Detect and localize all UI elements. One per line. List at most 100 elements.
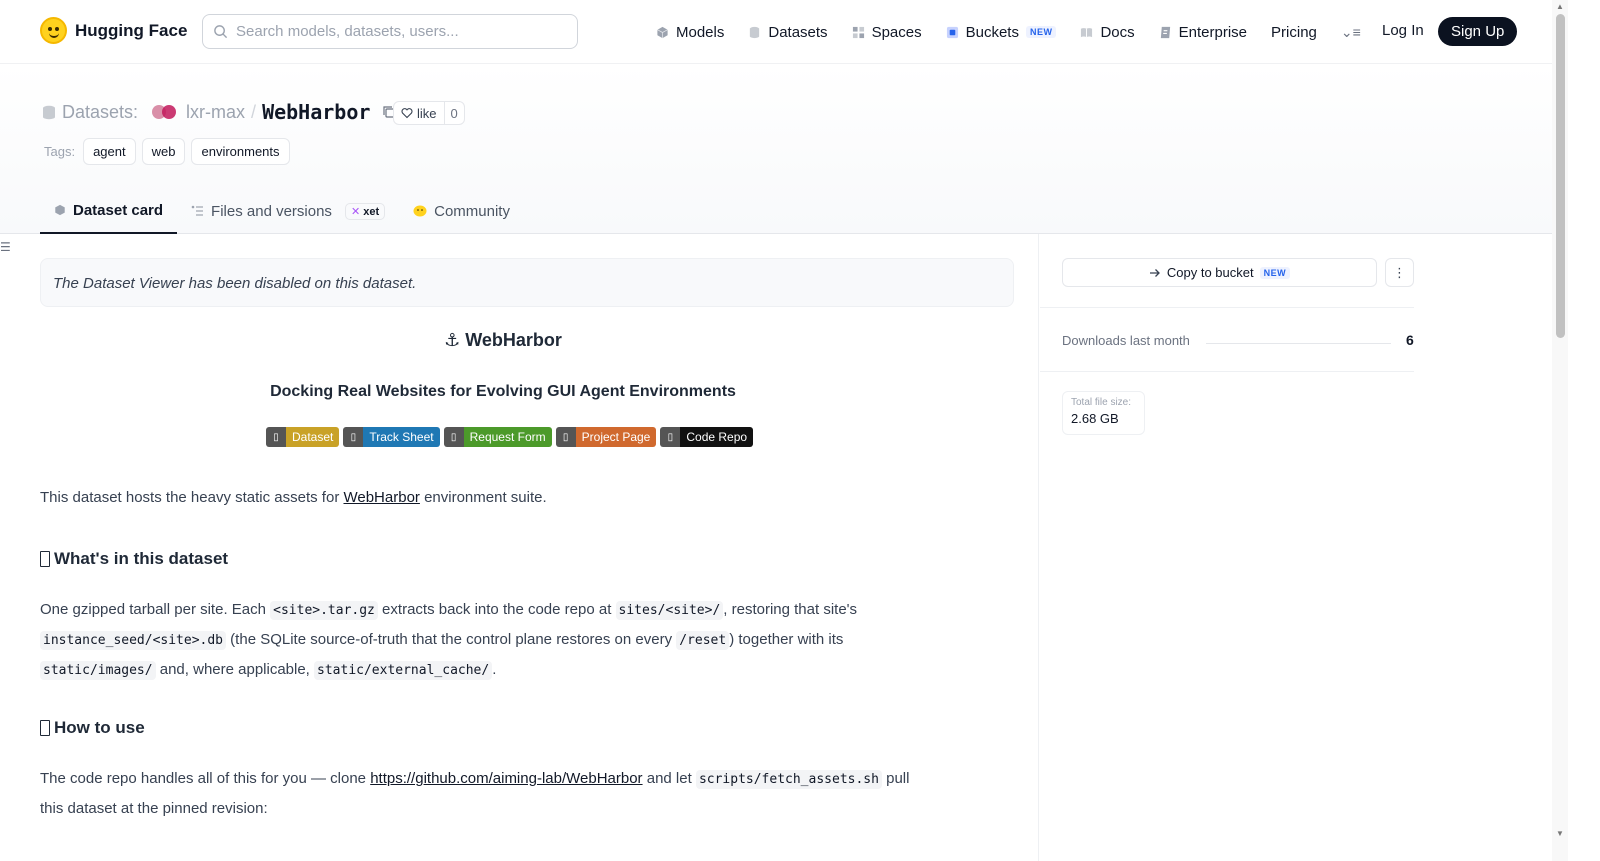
divider <box>1040 371 1414 372</box>
nav-models-label: Models <box>676 23 725 41</box>
heart-icon <box>401 108 413 119</box>
tab-community[interactable]: Community <box>399 188 524 234</box>
like-button[interactable]: like 0 <box>393 101 465 125</box>
inline-code: sites/<site>/ <box>615 601 724 620</box>
text: extracts back into the code repo at <box>377 601 616 618</box>
nav-enterprise[interactable]: Enterprise <box>1159 24 1247 41</box>
github-repo-link[interactable]: https://github.com/aiming-lab/WebHarbor <box>370 770 642 787</box>
copy-to-bucket-button[interactable]: Copy to bucket NEW <box>1062 258 1377 287</box>
file-size-value: 2.68 GB <box>1071 411 1119 426</box>
intro-text: This dataset hosts the heavy static asse… <box>40 489 344 506</box>
tags-label: Tags: <box>44 144 76 159</box>
search-icon <box>214 25 228 39</box>
scrollbar-thumb[interactable] <box>1556 14 1565 338</box>
file-size-card: Total file size: 2.68 GB <box>1062 391 1145 435</box>
badge-track-sheet[interactable]: ▯ Track Sheet <box>343 427 440 447</box>
badge-code-repo[interactable]: ▯ Code Repo <box>660 427 754 447</box>
section2-line-2: this dataset at the pinned revision: <box>40 800 268 817</box>
repo-name-link[interactable]: WebHarbor <box>262 100 370 124</box>
nav-pricing-label: Pricing <box>1271 23 1317 41</box>
tab-community-label: Community <box>434 202 510 220</box>
tag-environments[interactable]: environments <box>191 138 290 165</box>
nav-buckets[interactable]: Buckets NEW <box>946 24 1057 41</box>
repo-separator: / <box>251 101 257 122</box>
signup-button[interactable]: Sign Up <box>1438 17 1518 46</box>
nav-pricing[interactable]: Pricing <box>1271 24 1317 41</box>
tag-web[interactable]: web <box>141 138 186 165</box>
xet-label: xet <box>363 205 380 218</box>
repo-tabs: Dataset card Files and versions ✕ xet Co… <box>40 188 524 234</box>
more-options-icon[interactable]: ⋮ <box>1385 258 1414 287</box>
badge-code-repo-label: Code Repo <box>680 427 754 447</box>
community-icon <box>413 205 427 217</box>
section1-paragraph: One gzipped tarball per site. Each <site… <box>40 595 857 685</box>
nav-docs[interactable]: Docs <box>1080 24 1135 41</box>
section-heading-usage: How to use <box>40 718 145 738</box>
more-menu-icon[interactable]: ⌄≡ <box>1341 24 1361 41</box>
text: One gzipped tarball per site. Each <box>40 601 271 618</box>
xet-icon: ✕ <box>350 205 361 218</box>
arrow-right-icon <box>1149 268 1160 277</box>
inline-code: scripts/fetch_assets.sh <box>695 770 882 789</box>
section1-line-1: One gzipped tarball per site. Each <site… <box>40 595 857 625</box>
repo-owner-link[interactable]: lxr-max <box>186 102 245 123</box>
inline-code: <site>.tar.gz <box>270 601 378 620</box>
search-input[interactable] <box>236 23 556 40</box>
badge-dataset-label: Dataset <box>286 427 340 447</box>
text: ) together with its <box>729 631 844 648</box>
scroll-down-icon[interactable]: ▼ <box>1556 829 1564 838</box>
repo-type-label: Datasets: <box>62 101 139 122</box>
webharbor-link[interactable]: WebHarbor <box>343 489 419 506</box>
repo-title: Datasets: lxr-max / WebHarbor <box>42 100 396 124</box>
inline-code: static/images/ <box>40 661 156 680</box>
tab-files-and-versions[interactable]: Files and versions ✕ xet <box>177 188 399 234</box>
section2-paragraph: The code repo handles all of this for yo… <box>40 764 909 823</box>
badge-icon: ▯ <box>443 427 464 447</box>
section1-title: What's in this dataset <box>54 549 229 568</box>
tab-files-label: Files and versions <box>211 202 332 220</box>
toc-toggle-icon[interactable]: ☰ <box>0 240 11 254</box>
badge-icon: ▯ <box>343 427 364 447</box>
section1-line-2: instance_seed/<site>.db (the SQLite sour… <box>40 625 857 655</box>
downloads-label: Downloads last month <box>1062 333 1190 348</box>
viewer-disabled-notice: The Dataset Viewer has been disabled on … <box>40 258 1014 307</box>
enterprise-icon <box>1160 26 1170 38</box>
badge-icon: ▯ <box>555 427 576 447</box>
search-box[interactable] <box>202 14 578 49</box>
owner-avatar <box>152 104 178 120</box>
database-icon <box>750 26 760 38</box>
brand-name: Hugging Face <box>75 20 188 40</box>
nav-spaces[interactable]: Spaces <box>852 24 922 41</box>
nav-items: Models Datasets Spaces Buckets NEW Docs … <box>656 19 1389 45</box>
intro-text-end: environment suite. <box>419 489 547 506</box>
section2-line-1: The code repo handles all of this for yo… <box>40 764 909 794</box>
tags-row: Tags: agent web environments <box>44 138 290 165</box>
text: and, where applicable, <box>155 661 315 678</box>
tab-dataset-card[interactable]: Dataset card <box>40 188 178 234</box>
brand-logo[interactable]: Hugging Face <box>40 17 187 44</box>
nav-models[interactable]: Models <box>656 24 724 41</box>
badge-request-form-label: Request Form <box>463 427 552 447</box>
nav-datasets[interactable]: Datasets <box>748 24 828 41</box>
login-link[interactable]: Log In <box>1382 22 1424 39</box>
scroll-up-icon[interactable]: ▲ <box>1556 2 1564 11</box>
downloads-value: 6 <box>1406 332 1414 348</box>
emoji-box-icon <box>40 551 50 567</box>
bucket-icon <box>946 26 958 38</box>
inline-code: /reset <box>676 631 730 650</box>
new-badge: NEW <box>1259 266 1291 279</box>
tab-dataset-card-label: Dataset card <box>73 201 164 219</box>
top-nav: Hugging Face Models Datasets Spaces Buck… <box>0 0 1552 64</box>
intro-paragraph: This dataset hosts the heavy static asse… <box>40 483 547 512</box>
section2-title: How to use <box>54 718 145 737</box>
grid-icon <box>852 26 864 38</box>
badge-track-sheet-label: Track Sheet <box>363 427 440 447</box>
badge-project-page[interactable]: ▯ Project Page <box>555 427 657 447</box>
cube-icon <box>657 26 668 38</box>
badge-icon: ▯ <box>266 427 286 447</box>
badge-request-form[interactable]: ▯ Request Form <box>443 427 552 447</box>
tag-agent[interactable]: agent <box>83 138 136 165</box>
section-heading-contents: What's in this dataset <box>40 549 228 569</box>
badge-dataset[interactable]: ▯ Dataset <box>266 427 340 447</box>
card-subtitle: Docking Real Websites for Evolving GUI A… <box>270 383 736 400</box>
